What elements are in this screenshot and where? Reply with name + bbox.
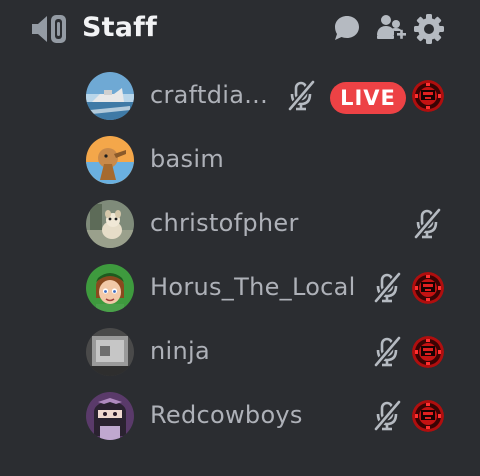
user-avatar [86,200,134,248]
username: Horus_The_Local [150,273,356,301]
mic-muted-icon [372,336,402,368]
voice-user-row[interactable]: ninja [78,324,452,380]
channel-name[interactable]: Staff [82,11,157,45]
user-avatar [86,264,134,312]
mic-muted-icon [372,400,402,432]
voice-user-row[interactable]: Redcowboys [78,388,452,444]
channel-header: Staff [30,10,450,48]
mic-muted-icon [372,272,402,304]
voice-user-row[interactable]: Horus_The_Local [78,260,452,316]
username: christofpher [150,209,299,237]
username: ninja [150,337,210,365]
mic-muted-icon [286,80,316,112]
chat-bubble-icon[interactable] [332,13,362,43]
game-activity-icon[interactable] [412,80,444,112]
user-avatar [86,136,134,184]
voice-user-row[interactable]: basim [78,132,452,188]
game-activity-icon[interactable] [412,336,444,368]
mic-muted-icon [412,208,442,240]
settings-gear-icon[interactable] [413,13,445,45]
voice-speaker-icon [32,15,66,43]
live-badge: LIVE [330,82,406,114]
invite-members-icon[interactable] [375,13,407,43]
game-activity-icon[interactable] [412,400,444,432]
voice-user-row[interactable]: craftdia... LIVE [78,68,452,124]
user-avatar [86,392,134,440]
username: basim [150,145,224,173]
user-avatar [86,72,134,120]
username: Redcowboys [150,401,303,429]
game-activity-icon[interactable] [412,272,444,304]
voice-user-row[interactable]: christofpher [78,196,452,252]
username: craftdia... [150,81,269,109]
user-avatar [86,328,134,376]
